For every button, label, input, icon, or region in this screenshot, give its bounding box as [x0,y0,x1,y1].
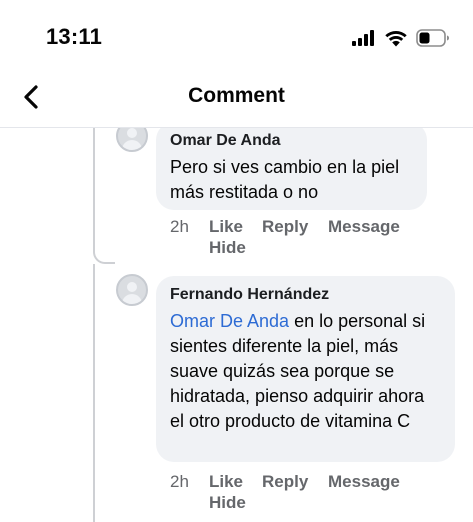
comment-bubble: Omar De Anda Pero si ves cambio en la pi… [156,128,427,210]
message-button[interactable]: Message [328,472,400,492]
like-button[interactable]: Like [209,217,243,237]
battery-icon [416,29,449,47]
page-title: Comment [188,84,285,107]
comment-time: 2h [170,472,189,491]
comment-author[interactable]: Fernando Hernández [170,286,441,304]
thread-line [93,128,95,248]
status-bar: 13:11 [0,0,473,70]
reply-button[interactable]: Reply [262,217,308,237]
thread-line [93,264,95,522]
comment-actions: 2h Like Reply Message Hide [170,472,440,516]
message-button[interactable]: Message [328,217,400,237]
comment-text: Omar De Anda en lo personal si sientes d… [170,309,441,434]
reply-connector [93,248,115,264]
comment-time: 2h [170,217,189,236]
comment-author[interactable]: Omar De Anda [170,132,413,150]
comment-text: Pero si ves cambio en la piel más restit… [170,157,400,202]
comment-thread: Omar De Anda Pero si ves cambio en la pi… [0,128,473,522]
like-button[interactable]: Like [209,472,243,492]
comment-actions: 2h Like Reply Message Hide [170,217,440,261]
avatar[interactable] [116,128,148,152]
status-time: 13:11 [46,24,103,49]
nav-bar: Comment [0,70,473,128]
hide-button[interactable]: Hide [209,493,246,513]
signal-icon [352,30,374,46]
comment-bubble: Fernando Hernández Omar De Anda en lo pe… [156,276,455,462]
wifi-icon [385,31,407,47]
status-icons [352,27,452,49]
avatar[interactable] [116,274,148,306]
hide-button[interactable]: Hide [209,238,246,258]
reply-button[interactable]: Reply [262,472,308,492]
mention-link[interactable]: Omar De Anda [170,311,289,331]
